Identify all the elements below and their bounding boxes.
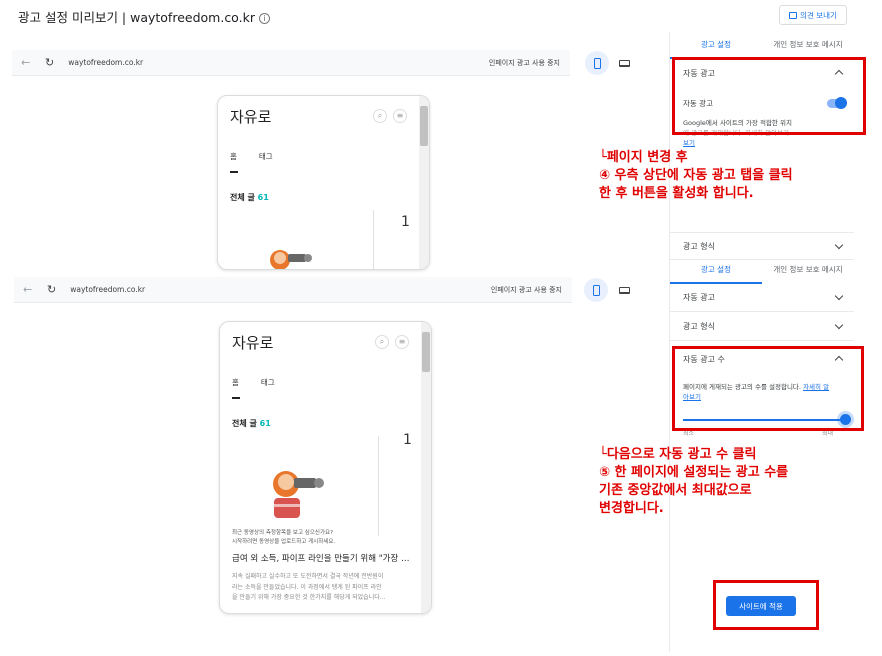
preview-url: waytofreedom.co.kr (68, 58, 144, 67)
preview-url-bar: ← ↻ waytofreedom.co.kr 인페이지 광고 사용 중지 (12, 50, 570, 76)
chevron-down-icon (834, 291, 844, 301)
feedback-icon (789, 11, 798, 19)
menu-icon[interactable]: ≡ (393, 109, 407, 123)
mobile-view-button[interactable] (584, 278, 608, 302)
step5-line-3: 기존 중앙값에서 최대값으로 (599, 483, 752, 498)
blog-title: 자유로 (232, 334, 274, 352)
phone-icon (593, 57, 601, 69)
ad-formats-row[interactable]: 광고 형식 (670, 232, 854, 260)
reload-icon[interactable]: ↻ (45, 56, 54, 69)
preview-url: waytofreedom.co.kr (70, 285, 146, 294)
laptop-icon (618, 286, 630, 294)
step4-line-3: 한 후 버튼을 활성화 합니다. (599, 186, 754, 201)
highlight-ad-load (672, 346, 864, 431)
search-icon[interactable]: ⌕ (373, 109, 387, 123)
info-icon[interactable]: i (258, 13, 270, 24)
page-title-text: 광고 설정 미리보기 | waytofreedom.co.kr (18, 10, 255, 25)
side-number: 1 (401, 214, 410, 230)
tab-privacy-messages[interactable]: 개인 정보 보호 메시지 (762, 262, 854, 284)
post-title[interactable]: 급여 외 소득, 파이프 라인을 만들기 위해 "가장 … (232, 552, 410, 564)
mobile-view-button[interactable] (585, 51, 609, 75)
page-title: 광고 설정 미리보기 | waytofreedom.co.kr i (18, 7, 270, 26)
ad-formats-label: 광고 형식 (683, 322, 715, 331)
auto-ads-row[interactable]: 자동 광고 (670, 284, 854, 312)
auto-ads-label: 자동 광고 (683, 293, 715, 302)
side-card (373, 210, 387, 269)
highlight-auto-ads (672, 57, 866, 135)
feedback-button[interactable]: 의견 보내기 (779, 5, 847, 25)
step4-line-2: ④ 우측 상단에 자동 광고 탭을 클릭 (599, 168, 793, 183)
chevron-down-icon (834, 320, 844, 330)
hint-line-2: 시작하려면 동영상을 업로드하고 게시하세요. (232, 539, 336, 545)
step4-annotation: └페이지 변경 후 ④ 우측 상단에 자동 광고 탭을 클릭 한 후 버튼을 활… (599, 149, 793, 203)
stop-inpage-ads-link[interactable]: 인페이지 광고 사용 중지 (489, 58, 560, 68)
step5-line-2: ⑤ 한 페이지에 설정되는 광고 수를 (599, 465, 789, 480)
tab-ad-settings[interactable]: 광고 설정 (670, 262, 762, 284)
blog-tab-home[interactable]: 홈 (230, 151, 237, 162)
blog-illustration (264, 464, 328, 526)
post-line-2: 라는 소득을 만들었습니다. 이 과정에서 탱게 된 파이프 라인 (232, 583, 382, 591)
video-hint: 최근 동영상의 측정항목을 보고 싶으신가요? 시작하려면 동영상을 업로드하고… (232, 529, 335, 547)
laptop-icon (618, 59, 630, 67)
post-count: 전체 글 61 (232, 419, 271, 428)
ad-formats-row[interactable]: 광고 형식 (670, 313, 854, 341)
desktop-view-button[interactable] (612, 278, 636, 302)
blog-title: 자유로 (230, 108, 272, 126)
blog-tab-tags[interactable]: 태그 (259, 151, 273, 162)
feedback-label: 의견 보내기 (800, 10, 837, 20)
side-card (378, 436, 392, 536)
auto-ads-learn-more[interactable]: 보기 (683, 138, 848, 148)
preview-url-bar-2: ← ↻ waytofreedom.co.kr 인페이지 광고 사용 중지 (14, 277, 572, 303)
back-arrow-icon[interactable]: ← (21, 56, 31, 69)
step5-line-1: └다음으로 자동 광고 수 클릭 (599, 447, 757, 462)
hint-line-1: 최근 동영상의 측정항목을 보고 싶으신가요? (232, 530, 333, 536)
post-line-1: 지속 실패하고 실수하고 또 도전하면서 결국 작년에 전반원이 (232, 573, 384, 580)
blog-tab-tags[interactable]: 태그 (261, 377, 275, 388)
step4-line-1: └페이지 변경 후 (599, 150, 688, 165)
menu-icon[interactable]: ≡ (395, 335, 409, 349)
tab-underline (230, 171, 238, 173)
phone-icon (592, 284, 600, 296)
side-number: 1 (403, 432, 412, 448)
post-line-3: 을 만들기 위해 가장 중요한 것 한가지를 해당게 되었습니다… (232, 594, 386, 601)
back-arrow-icon[interactable]: ← (23, 283, 33, 296)
search-icon[interactable]: ⌕ (375, 335, 389, 349)
reload-icon[interactable]: ↻ (47, 283, 56, 296)
preview-scroll-thumb[interactable] (420, 106, 428, 146)
mobile-preview-frame: 자유로 ⌕ ≡ 홈 태그 전체 글 61 1 (217, 95, 430, 270)
post-excerpt: 지속 실패하고 실수하고 또 도전하면서 결국 작년에 전반원이 라는 소득을 … (232, 572, 417, 604)
preview-scroll-thumb[interactable] (422, 332, 430, 372)
highlight-apply (713, 580, 819, 630)
blog-illustration (262, 244, 322, 269)
tab-underline (232, 397, 240, 399)
tab-ad-settings[interactable]: 광고 설정 (670, 37, 762, 59)
chevron-down-icon (834, 240, 844, 250)
desktop-view-button[interactable] (612, 51, 636, 75)
mobile-preview-frame-2: 자유로 ⌕ ≡ 홈 태그 전체 글 61 1 최근 동영상의 측정항목을 보고 … (219, 321, 432, 614)
blog-tab-home[interactable]: 홈 (232, 377, 239, 388)
step5-line-4: 변경합니다. (599, 501, 664, 516)
ad-formats-label: 광고 형식 (683, 241, 715, 251)
post-count: 전체 글 61 (230, 193, 269, 202)
step5-annotation: └다음으로 자동 광고 수 클릭 ⑤ 한 페이지에 설정되는 광고 수를 기존 … (599, 446, 788, 518)
tab-privacy-messages[interactable]: 개인 정보 보호 메시지 (762, 37, 854, 59)
stop-inpage-ads-link[interactable]: 인페이지 광고 사용 중지 (491, 285, 562, 295)
